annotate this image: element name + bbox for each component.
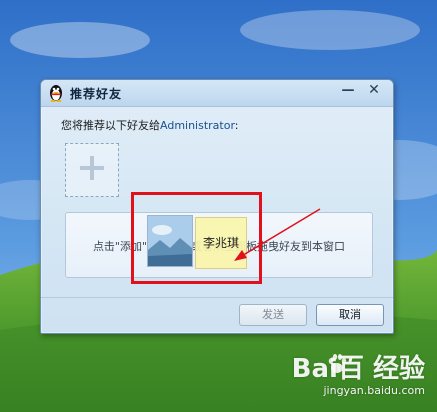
close-button[interactable]: ✕ bbox=[363, 81, 385, 100]
red-arrow-annotation bbox=[234, 208, 321, 261]
footer-separator bbox=[41, 297, 393, 298]
prompt-suffix: : bbox=[234, 119, 239, 132]
send-button[interactable]: 发送 bbox=[239, 304, 307, 326]
cancel-button[interactable]: 取消 bbox=[316, 304, 384, 326]
recipient-prompt: 您将推荐以下好友给Administrator: bbox=[61, 117, 239, 133]
prompt-prefix: 您将推荐以下好友给 bbox=[61, 119, 160, 132]
watermark-url: jingyan.baidu.com bbox=[323, 384, 425, 397]
baidu-jingyan-watermark: Bai百 经验 jingyan.baidu.com bbox=[271, 346, 431, 408]
dialog-title: 推荐好友 bbox=[70, 87, 123, 101]
dialog-body: 您将推荐以下好友给Administrator: 点击"添加"选择好友或者从主面板… bbox=[41, 107, 393, 333]
add-friend-slot[interactable] bbox=[65, 143, 119, 197]
watermark-brand: Bai百 经验 bbox=[291, 354, 425, 384]
recipient-name: Administrator bbox=[160, 119, 235, 132]
dialog-titlebar[interactable]: 推荐好友 — ✕ bbox=[41, 80, 393, 107]
recommend-friend-dialog: 推荐好友 — ✕ 您将推荐以下好友给Administrator: 点击"添加"选… bbox=[40, 79, 394, 334]
minimize-button[interactable]: — bbox=[337, 81, 359, 100]
plus-icon bbox=[80, 156, 104, 180]
qq-penguin-icon bbox=[50, 85, 62, 102]
